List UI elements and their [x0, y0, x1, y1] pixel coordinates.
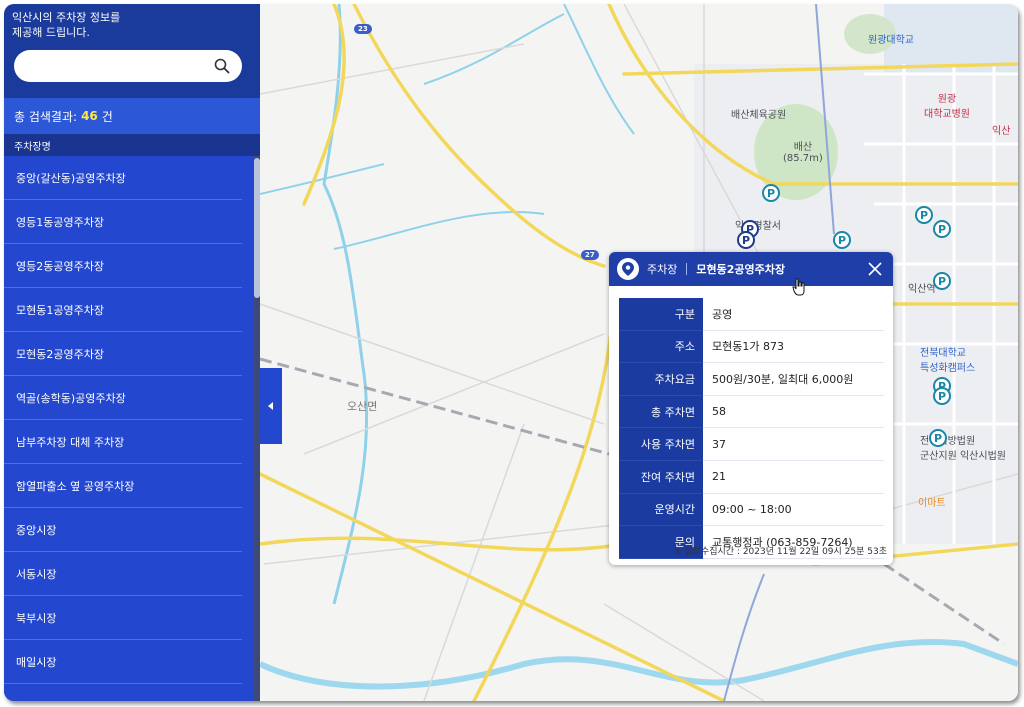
- parking-marker[interactable]: P: [833, 231, 851, 249]
- info-row: 주소 모현동1가 873: [619, 330, 884, 364]
- info-row: 주차요금 500원/30분, 일최대 6,000원: [619, 362, 884, 396]
- list-item[interactable]: 영등2동공영주차장: [4, 244, 242, 288]
- info-key: 사용 주차면: [619, 427, 703, 461]
- popup-header: 주차장 모현동2공영주차장: [609, 252, 893, 286]
- info-row: 총 주차면 58: [619, 395, 884, 429]
- list-item[interactable]: 중앙시장: [4, 508, 242, 552]
- info-value: 모현동1가 873: [703, 330, 884, 364]
- route-badge-27: 27: [581, 250, 599, 260]
- map-label-hospital: 원광 대학교병원: [924, 94, 970, 120]
- parking-marker[interactable]: P: [737, 231, 755, 249]
- location-pin-icon: [617, 258, 639, 280]
- result-suffix: 건: [101, 109, 113, 124]
- parking-marker[interactable]: P: [915, 206, 933, 224]
- collection-time: ※ 정보수집시간 : 2023년 11월 22일 09시 25분 53초: [674, 547, 887, 557]
- search-icon[interactable]: [214, 58, 230, 74]
- map-label-district: 오산면: [347, 400, 378, 413]
- parking-info-popup: 주차장 모현동2공영주차장 구분 공영 주소 모현동1가 873 주차요금 500원/…: [609, 252, 893, 565]
- info-value: 58: [703, 395, 884, 429]
- map-label-univ: 원광대학교: [868, 35, 914, 46]
- info-value: 09:00 ~ 18:00: [703, 493, 884, 527]
- info-value: 21: [703, 460, 884, 494]
- info-row: 구분 공영: [619, 298, 884, 331]
- popup-divider: [686, 263, 688, 275]
- map-label-station: 익산역: [908, 284, 936, 295]
- list-item[interactable]: 남부주차장 대체 주차장: [4, 420, 242, 464]
- hand-cursor-icon: [792, 278, 805, 296]
- sidebar: 익산시의 주차장 정보를 제공해 드립니다. 총 검색결과: 46 건 주차장명…: [4, 4, 260, 701]
- map-label-mountain: 배산 (85.7m): [783, 142, 823, 164]
- info-row: 운영시간 09:00 ~ 18:00: [619, 493, 884, 527]
- info-key: 구분: [619, 298, 703, 331]
- list-column-header: 주차장명: [4, 134, 260, 156]
- info-row: 잔여 주차면 21: [619, 460, 884, 494]
- info-table: 구분 공영 주소 모현동1가 873 주차요금 500원/30분, 일최대 6,000…: [619, 298, 884, 559]
- list-item[interactable]: 역골(송학동)공영주차장: [4, 376, 242, 420]
- search-input[interactable]: [28, 56, 212, 78]
- close-icon[interactable]: [867, 261, 883, 277]
- parking-marker[interactable]: P: [933, 387, 951, 405]
- result-summary: 총 검색결과: 46 건: [4, 98, 260, 134]
- map-label-emart: 이마트: [918, 498, 946, 509]
- info-value: 공영: [703, 298, 884, 331]
- info-key: 운영시간: [619, 493, 703, 527]
- list-item[interactable]: 모현동2공영주차장: [4, 332, 242, 376]
- list-item[interactable]: 함열파출소 옆 공영주차장: [4, 464, 242, 508]
- list-item[interactable]: 모현동1공영주차장: [4, 288, 242, 332]
- app-frame: 23 27 원광대학교 원광 대학교병원 익산 배산체육공원 배산 (85.7m…: [4, 4, 1018, 701]
- parking-list: 중앙(갈산동)공영주차장 영등1동공영주차장 영등2동공영주차장 모현동1공영주…: [4, 156, 254, 701]
- popup-title: 모현동2공영주차장: [696, 263, 785, 276]
- result-prefix: 총 검색결과:: [14, 109, 78, 124]
- route-badge-23: 23: [354, 24, 372, 34]
- map-label-gym: 배산체육공원: [731, 110, 787, 121]
- parking-marker[interactable]: P: [762, 184, 780, 202]
- popup-category: 주차장: [647, 263, 678, 276]
- info-value: 500원/30분, 일최대 6,000원: [703, 362, 884, 396]
- info-key: 주차요금: [619, 362, 703, 396]
- parking-marker[interactable]: P: [929, 429, 947, 447]
- list-item[interactable]: 중앙(갈산동)공영주차장: [4, 156, 242, 200]
- parking-marker[interactable]: P: [933, 220, 951, 238]
- chevron-left-icon: [268, 402, 273, 410]
- info-key: 잔여 주차면: [619, 460, 703, 494]
- collapse-sidebar-button[interactable]: [260, 368, 282, 444]
- map-label-campus: 전북대학교 특성화캠퍼스: [920, 348, 976, 374]
- search-box: [14, 50, 242, 82]
- list-item[interactable]: 매일시장: [4, 640, 242, 684]
- list-item[interactable]: 북부시장: [4, 596, 242, 640]
- parking-marker[interactable]: P: [933, 272, 951, 290]
- info-key: 주소: [619, 330, 703, 364]
- info-key: 총 주차면: [619, 395, 703, 429]
- scroll-thumb[interactable]: [254, 158, 260, 298]
- list-item[interactable]: 영등1동공영주차장: [4, 200, 242, 244]
- sidebar-intro: 익산시의 주차장 정보를 제공해 드립니다.: [12, 11, 121, 39]
- info-value: 37: [703, 427, 884, 461]
- map-label-school-partial: 익산: [992, 126, 1011, 137]
- result-count: 46: [81, 109, 98, 123]
- list-item[interactable]: 서동시장: [4, 552, 242, 596]
- info-row: 사용 주차면 37: [619, 427, 884, 461]
